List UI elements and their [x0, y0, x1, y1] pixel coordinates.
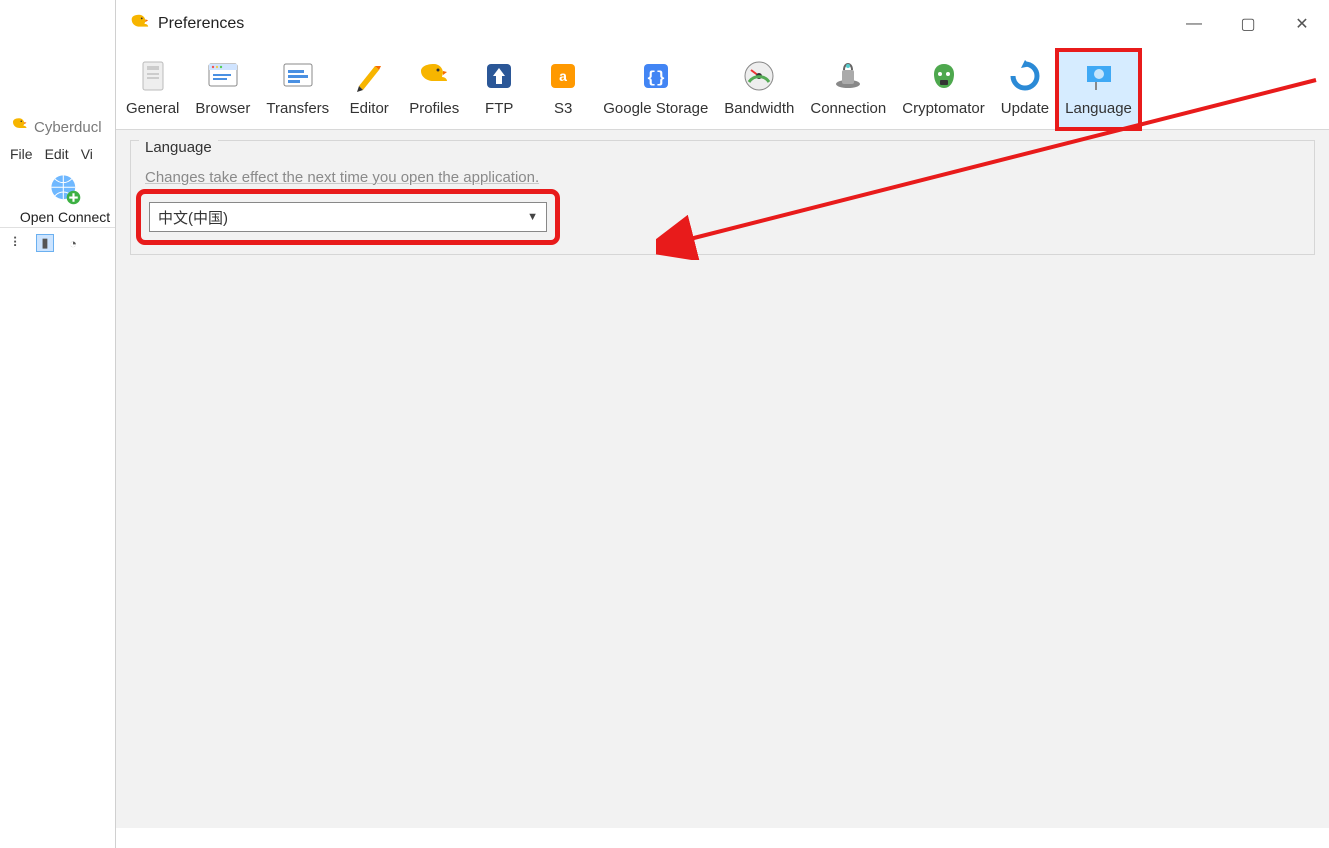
tab-label: Update [1001, 100, 1049, 117]
tab-transfers[interactable]: Transfers [258, 50, 337, 129]
tab-general[interactable]: General [118, 50, 187, 129]
history-icon[interactable]: ◔ [64, 234, 82, 252]
tab-update[interactable]: Update [993, 50, 1057, 129]
tab-browser[interactable]: Browser [187, 50, 258, 129]
language-help-text: Changes take effect the next time you op… [145, 169, 1302, 186]
svg-text:a: a [559, 68, 567, 84]
preferences-content: Language Changes take effect the next ti… [116, 130, 1329, 828]
tab-s3[interactable]: a S3 [531, 50, 595, 129]
maximize-button[interactable]: ▢ [1221, 0, 1275, 48]
tab-language[interactable]: Language [1057, 50, 1140, 129]
s3-icon: a [543, 56, 583, 96]
preferences-title: Preferences [158, 15, 244, 33]
preferences-titlebar: Preferences — ▢ ✕ [116, 0, 1329, 48]
menu-edit[interactable]: Edit [45, 146, 69, 162]
tab-google-storage[interactable]: {} Google Storage [595, 50, 716, 129]
tab-label: FTP [485, 100, 513, 117]
open-connection-button[interactable]: Open Connect [0, 166, 130, 227]
menu-file[interactable]: File [10, 146, 33, 162]
tab-bandwidth[interactable]: Bandwidth [716, 50, 802, 129]
language-legend: Language [139, 139, 218, 156]
tab-label: General [126, 100, 179, 117]
tab-label: Language [1065, 100, 1132, 117]
update-icon [1005, 56, 1045, 96]
ftp-icon [479, 56, 519, 96]
language-select[interactable]: 中文(中国) ▼ [149, 202, 547, 232]
globe-plus-icon [48, 172, 82, 209]
preferences-window: Preferences — ▢ ✕ General Browser Transf… [115, 0, 1329, 848]
general-icon [133, 56, 173, 96]
main-menubar: File Edit Vi [0, 142, 130, 166]
editor-icon [349, 56, 389, 96]
bandwidth-icon [739, 56, 779, 96]
preferences-toolbar: General Browser Transfers Editor Profile… [116, 48, 1329, 130]
menu-view[interactable]: Vi [81, 146, 93, 162]
language-icon [1079, 56, 1119, 96]
tab-label: Editor [350, 100, 389, 117]
connection-icon [828, 56, 868, 96]
tab-cryptomator[interactable]: Cryptomator [894, 50, 993, 129]
window-controls: — ▢ ✕ [1167, 0, 1329, 48]
google-storage-icon: {} [636, 56, 676, 96]
view-toolbar: ⠇ ▮ ◔ [0, 227, 130, 258]
main-app-window: Cyberducl File Edit Vi Open Connect ⠇ ▮ … [0, 112, 130, 312]
language-fieldset: Language Changes take effect the next ti… [130, 140, 1315, 255]
main-app-title: Cyberducl [34, 119, 102, 136]
open-connect-label: Open Connect [20, 209, 110, 225]
duck-icon [10, 116, 28, 138]
tab-label: Connection [810, 100, 886, 117]
close-button[interactable]: ✕ [1275, 0, 1329, 48]
tab-editor[interactable]: Editor [337, 50, 401, 129]
language-selected-value: 中文(中国) [158, 207, 228, 228]
tab-label: Cryptomator [902, 100, 985, 117]
main-app-titlebar: Cyberducl [0, 112, 130, 142]
duck-icon [128, 12, 150, 37]
svg-text:{}: {} [646, 69, 665, 87]
list-view-icon[interactable]: ▮ [36, 234, 54, 252]
tab-label: Google Storage [603, 100, 708, 117]
minimize-button[interactable]: — [1167, 0, 1221, 48]
language-dropdown-highlight: 中文(中国) ▼ [143, 196, 553, 238]
tree-view-icon[interactable]: ⠇ [8, 234, 26, 252]
tab-label: Transfers [266, 100, 329, 117]
tab-label: Bandwidth [724, 100, 794, 117]
tab-label: Profiles [409, 100, 459, 117]
cryptomator-icon [924, 56, 964, 96]
tab-label: Browser [195, 100, 250, 117]
browser-icon [203, 56, 243, 96]
tab-label: S3 [554, 100, 572, 117]
tab-connection[interactable]: Connection [802, 50, 894, 129]
tab-ftp[interactable]: FTP [467, 50, 531, 129]
chevron-down-icon: ▼ [527, 211, 538, 223]
transfers-icon [278, 56, 318, 96]
profiles-icon [414, 56, 454, 96]
tab-profiles[interactable]: Profiles [401, 50, 467, 129]
